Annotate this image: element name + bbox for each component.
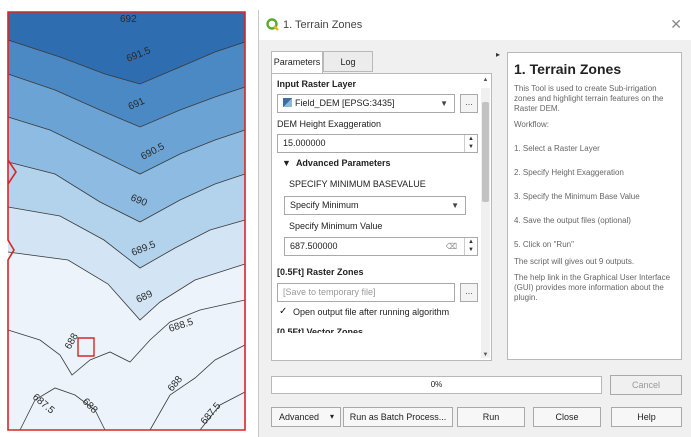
raster-zones-output[interactable]: [Save to temporary file] <box>277 283 455 302</box>
chevron-down-icon: ▼ <box>440 99 448 108</box>
basevalue-label: SPECIFY MINIMUM BASEVALUE <box>289 179 426 189</box>
scroll-thumb[interactable] <box>482 102 489 202</box>
help-button[interactable]: Help <box>611 407 682 427</box>
title-bar: 1. Terrain Zones ✕ <box>259 10 691 40</box>
help-step: 2. Specify Height Exaggeration <box>514 168 624 177</box>
progress-bar: 0% <box>271 376 602 394</box>
chevron-down-icon: ▾ <box>329 412 334 421</box>
min-value-label: Specify Minimum Value <box>289 221 383 231</box>
help-step: 4. Save the output files (optional) <box>514 216 631 225</box>
help-gui-note: The help link in the Graphical User Inte… <box>514 273 671 302</box>
contour-label: 692 <box>120 14 137 25</box>
input-raster-value: Field_DEM [EPSG:3435] <box>295 98 395 108</box>
browse-layer-button[interactable]: ... <box>460 94 478 113</box>
expand-arrow-icon: ▼ <box>282 158 291 168</box>
advanced-button[interactable]: Advanced ▾ <box>271 407 341 427</box>
help-workflow-label: Workflow: <box>514 120 549 129</box>
exaggeration-label: DEM Height Exaggeration <box>277 119 382 129</box>
qgis-logo-icon <box>266 18 279 31</box>
terrain-zones <box>8 12 245 430</box>
close-icon[interactable]: ✕ <box>670 16 682 33</box>
help-title: 1. Terrain Zones <box>514 61 622 77</box>
chevron-down-icon: ▼ <box>451 201 459 210</box>
tab-parameters[interactable]: Parameters <box>271 51 323 74</box>
vector-zones-label: [0.5Ft] Vector Zones <box>277 327 364 333</box>
cancel-button[interactable]: Cancel <box>610 375 682 395</box>
raster-zones-label: [0.5Ft] Raster Zones <box>277 267 364 277</box>
close-button[interactable]: Close <box>533 407 601 427</box>
advanced-button-label: Advanced <box>279 412 320 422</box>
help-intro: This Tool is used to create Sub-irrigati… <box>514 84 664 113</box>
tab-log[interactable]: Log <box>323 51 373 72</box>
basevalue-option: Specify Minimum <box>290 200 359 210</box>
help-panel: 1. Terrain Zones This Tool is used to cr… <box>507 52 682 360</box>
checkmark-icon[interactable]: ✓ <box>279 306 290 317</box>
window-title: 1. Terrain Zones <box>283 19 363 31</box>
scroll-up-icon[interactable]: ▲ <box>481 77 490 83</box>
output-options-button[interactable]: ... <box>460 283 478 302</box>
exaggeration-input[interactable]: 15.000000 ▲ ▼ <box>277 134 478 153</box>
terrain-zones-dialog: 1. Terrain Zones ✕ Parameters Log ▸ Inpu… <box>258 10 691 437</box>
exaggeration-value: 15.000000 <box>283 138 326 148</box>
run-button[interactable]: Run <box>457 407 525 427</box>
raster-layer-icon <box>283 98 292 107</box>
min-value-input[interactable]: 687.500000 ⌫ ▲ ▼ <box>284 237 478 256</box>
progress-text: 0% <box>430 380 443 389</box>
raster-zones-placeholder: [Save to temporary file] <box>283 287 376 297</box>
spinner-icon[interactable]: ▲ ▼ <box>464 135 477 152</box>
scrollbar[interactable] <box>481 88 490 358</box>
parameters-panel: Input Raster Layer Field_DEM [EPSG:3435]… <box>271 73 492 361</box>
clear-icon[interactable]: ⌫ <box>446 238 457 255</box>
input-raster-select[interactable]: Field_DEM [EPSG:3435] ▼ <box>277 94 455 113</box>
basevalue-select[interactable]: Specify Minimum ▼ <box>284 196 466 215</box>
spinner-icon[interactable]: ▲ ▼ <box>464 238 477 255</box>
batch-process-button[interactable]: Run as Batch Process... <box>343 407 453 427</box>
help-step: 3. Specify the Minimum Base Value <box>514 192 640 201</box>
min-value: 687.500000 <box>290 241 338 251</box>
help-step: 5. Click on "Run" <box>514 240 574 249</box>
contour-map: 692 691.5 691 690.5 690 689.5 689 688.5 … <box>0 0 258 437</box>
advanced-parameters-header[interactable]: ▼ Advanced Parameters <box>282 158 391 168</box>
open-output-label: Open output file after running algorithm <box>293 307 450 317</box>
input-raster-label: Input Raster Layer <box>277 79 357 89</box>
help-outputs-note: The script will gives out 9 outputs. <box>514 257 635 266</box>
help-step: 1. Select a Raster Layer <box>514 144 600 153</box>
collapse-arrow-icon[interactable]: ▸ <box>496 50 500 59</box>
advanced-parameters-label: Advanced Parameters <box>295 158 391 168</box>
scroll-down-icon[interactable]: ▼ <box>481 352 490 358</box>
